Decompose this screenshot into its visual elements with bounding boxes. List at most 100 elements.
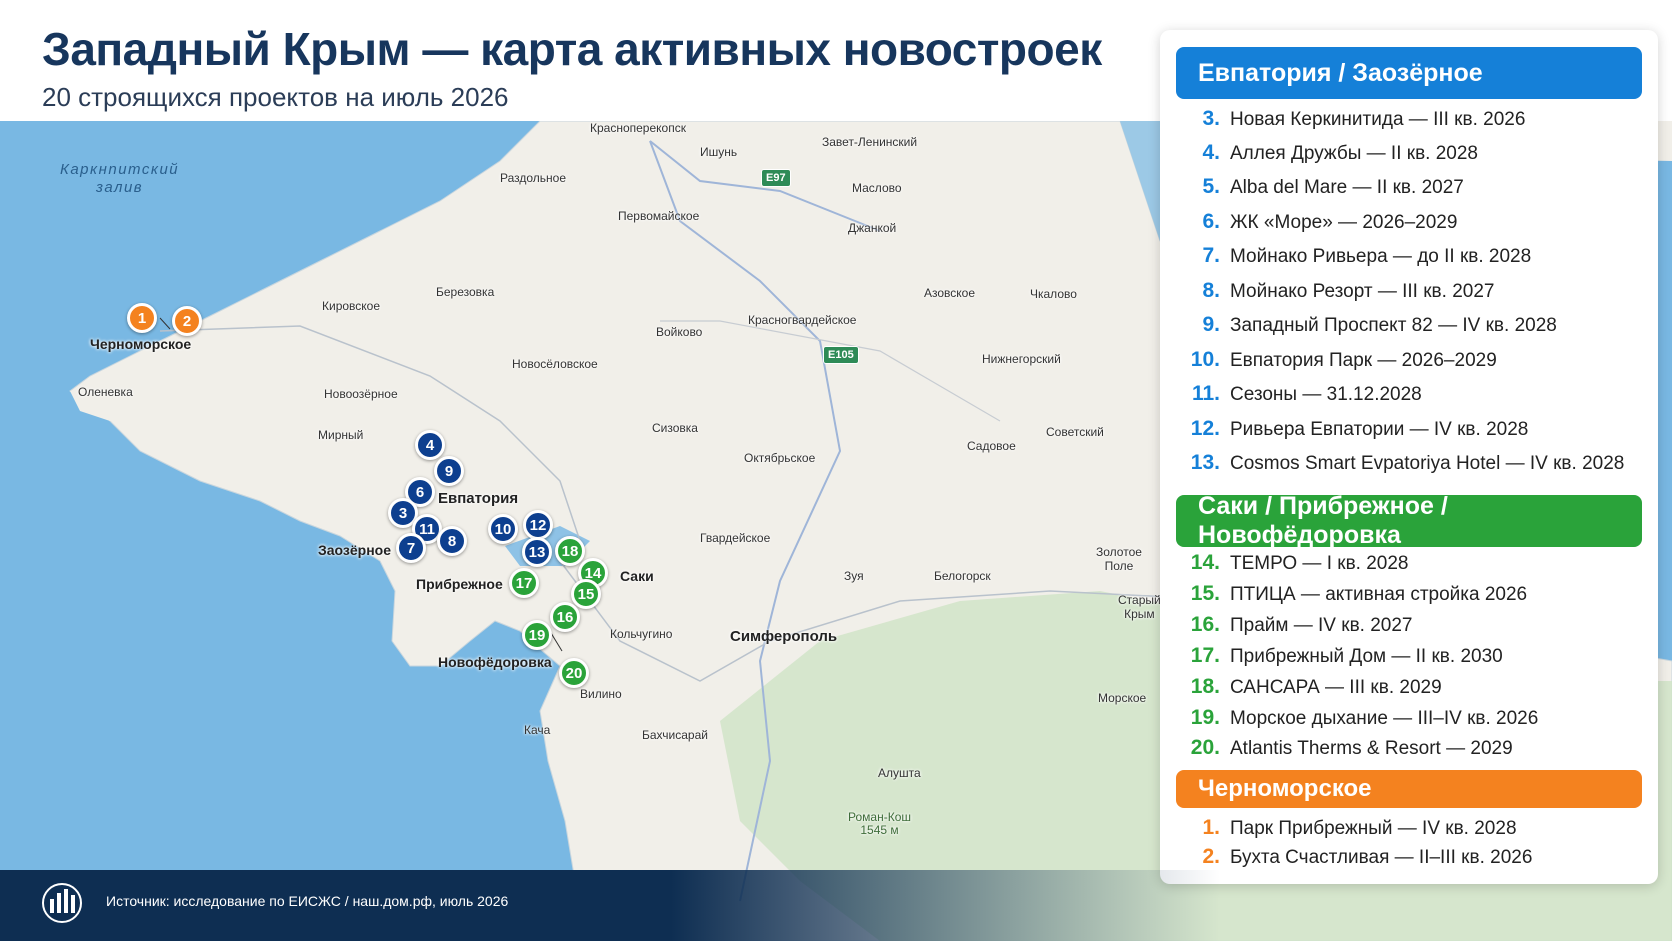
marker-17[interactable]: 17 xyxy=(509,568,539,598)
place-zaozernoe: Заозёрное xyxy=(318,542,392,558)
legend-item-number: 1. xyxy=(1202,816,1220,839)
place-kirovskoe: Кировское xyxy=(322,299,381,313)
legend-item: 10. Евпатория Парк — 2026–2029 xyxy=(1182,348,1497,372)
gulf-label: Каркнnитский залив xyxy=(60,161,179,197)
place-oktyabrskoe: Октябрьское xyxy=(744,451,816,465)
legend-item-number: 15. xyxy=(1190,582,1220,605)
place-belogorsk: Белогорск xyxy=(934,569,991,583)
legend-item: 14. ТЕМРО — I кв. 2028 xyxy=(1182,551,1409,575)
place-evpatoria: Евпатория xyxy=(438,490,519,507)
legend-item-text: Atlantis Therms & Resort — 2029 xyxy=(1230,738,1513,759)
road-sign-e105: E105 xyxy=(823,346,859,364)
marker-12[interactable]: 12 xyxy=(523,510,553,540)
marker-20[interactable]: 20 xyxy=(559,658,589,688)
marker-9[interactable]: 9 xyxy=(434,456,464,486)
legend-item: 17. Прибрежный Дом — II кв. 2030 xyxy=(1182,644,1503,668)
marker-18[interactable]: 18 xyxy=(555,536,585,566)
place-kacha: Кача xyxy=(524,723,551,737)
legend-item: 12. Ривьера Евпатории — IV кв. 2028 xyxy=(1182,417,1529,441)
legend-item: 16. Прайм — IV кв. 2027 xyxy=(1182,613,1413,637)
place-berezovka: Березовка xyxy=(436,285,495,299)
marker-16[interactable]: 16 xyxy=(550,602,580,632)
legend-item-number: 14. xyxy=(1190,551,1220,574)
legend-item-text: Западный Проспект 82 — IV кв. 2028 xyxy=(1230,315,1557,336)
legend-item-text: Сезоны — 31.12.2028 xyxy=(1230,384,1422,405)
place-voykovo: Войково xyxy=(656,325,703,339)
building-columns-icon xyxy=(42,883,82,923)
legend-item-text: Alba del Mare — II кв. 2027 xyxy=(1230,177,1464,198)
legend-item: 1. Парк Прибрежный — IV кв. 2028 xyxy=(1182,816,1517,840)
legend-panel: Евпатория / Заозёрное 3. Новая Керкинитид… xyxy=(1160,30,1658,884)
place-zavet: Завет-Ленинский xyxy=(822,135,918,149)
legend-item-number: 16. xyxy=(1190,613,1220,636)
marker-10[interactable]: 10 xyxy=(488,514,518,544)
legend-item-text: ЖК «Море» — 2026–2029 xyxy=(1230,212,1458,233)
gulf-label-line1: Каркнnитский xyxy=(60,161,180,178)
legend-item: 18. САНСАРА — III кв. 2029 xyxy=(1182,675,1442,699)
legend-item-text: Аллея Дружбы — II кв. 2028 xyxy=(1230,143,1479,164)
place-olenevka: Оленевка xyxy=(78,385,133,399)
marker-13[interactable]: 13 xyxy=(522,537,552,567)
legend-item: 6. ЖК «Море» — 2026–2029 xyxy=(1182,210,1457,234)
place-sovetskiy: Советский xyxy=(1046,425,1104,439)
place-novoselovskoe: Новосёловское xyxy=(512,357,598,371)
marker-2[interactable]: 2 xyxy=(172,306,202,336)
place-stary-krym: Старый Крым xyxy=(1118,593,1161,621)
legend-item-number: 18. xyxy=(1190,675,1220,698)
legend-item-number: 17. xyxy=(1190,644,1220,667)
page-title: Западный Крым — карта активных новострое… xyxy=(42,23,1102,75)
legend-item-number: 3. xyxy=(1202,107,1220,130)
place-maslovo: Маслово xyxy=(852,181,902,195)
marker-8[interactable]: 8 xyxy=(437,526,467,556)
legend-section-chernomorskoe: Черноморское xyxy=(1176,770,1642,808)
marker-15[interactable]: 15 xyxy=(571,579,601,609)
legend-item-number: 4. xyxy=(1202,141,1220,164)
place-zolotoe-pole: Золотое Поле xyxy=(1096,545,1142,573)
place-chkalovo: Чкалово xyxy=(1030,287,1077,301)
legend-item-text: ТЕМРО — I кв. 2028 xyxy=(1230,553,1409,574)
place-zuya: Зуя xyxy=(844,569,864,583)
legend-item-number: 12. xyxy=(1190,417,1220,440)
legend-item-number: 19. xyxy=(1190,706,1220,729)
place-roman-kosh: Роман-Кош 1545 м xyxy=(848,810,911,837)
place-novofedorovka: Новофёдоровка xyxy=(438,654,552,670)
legend-item-number: 2. xyxy=(1202,845,1220,868)
place-ishun: Ишунь xyxy=(700,145,738,159)
place-azovskoe: Азовское xyxy=(924,286,976,300)
place-sizovka: Сизовка xyxy=(652,421,698,435)
legend-item-text: Прайм — IV кв. 2027 xyxy=(1230,615,1413,636)
legend-item: 8. Мойнако Резорт — III кв. 2027 xyxy=(1182,279,1494,303)
marker-7[interactable]: 7 xyxy=(396,533,426,563)
legend-item: 4. Аллея Дружбы — II кв. 2028 xyxy=(1182,141,1478,165)
marker-1[interactable]: 1 xyxy=(127,303,157,333)
place-krasnoperekopsk: Красноперекопск xyxy=(590,121,686,135)
place-simferopol: Симферополь xyxy=(730,628,838,645)
legend-item: 19. Морское дыхание — III–IV кв. 2026 xyxy=(1182,706,1539,730)
slide: Каркнnитский залив Красноперекопск Ишунь… xyxy=(0,0,1672,941)
place-sadovoe: Садовое xyxy=(967,439,1016,453)
place-morskoe: Морское xyxy=(1098,691,1147,705)
legend-section-evpatoria: Евпатория / Заозёрное xyxy=(1176,47,1642,99)
place-alushta: Алушта xyxy=(878,766,921,780)
legend-item: 20. Atlantis Therms & Resort — 2029 xyxy=(1182,736,1513,760)
place-dzhankoy: Джанкой xyxy=(848,221,897,235)
legend-item-text: Парк Прибрежный — IV кв. 2028 xyxy=(1230,818,1517,839)
place-bakhchisaray: Бахчисарай xyxy=(642,728,708,742)
legend-item: 7. Мойнако Ривьера — до II кв. 2028 xyxy=(1182,244,1531,268)
place-gvardeyskoe: Гвардейское xyxy=(700,531,771,545)
legend-item-number: 11. xyxy=(1191,382,1220,405)
place-pervomayskoe: Первомайское xyxy=(618,209,700,223)
legend-item-number: 8. xyxy=(1202,279,1220,302)
legend-item: 3. Новая Керкинитида — III кв. 2026 xyxy=(1182,107,1525,131)
place-pribrezhnoe: Прибрежное xyxy=(416,576,503,592)
legend-item-text: Прибрежный Дом — II кв. 2030 xyxy=(1230,646,1503,667)
legend-item: 11. Сезоны — 31.12.2028 xyxy=(1182,382,1422,406)
legend-item-number: 10. xyxy=(1190,348,1220,371)
place-saki: Саки xyxy=(620,568,654,584)
source-note: Источник: исследование по ЕИСЖС / наш.до… xyxy=(106,893,509,909)
legend-item-number: 13. xyxy=(1190,451,1220,474)
legend-item-text: Евпатория Парк — 2026–2029 xyxy=(1230,350,1497,371)
marker-19[interactable]: 19 xyxy=(522,620,552,650)
marker-4[interactable]: 4 xyxy=(415,430,445,460)
legend-item: 15. ПТИЦА — активная стройка 2026 xyxy=(1182,582,1527,606)
